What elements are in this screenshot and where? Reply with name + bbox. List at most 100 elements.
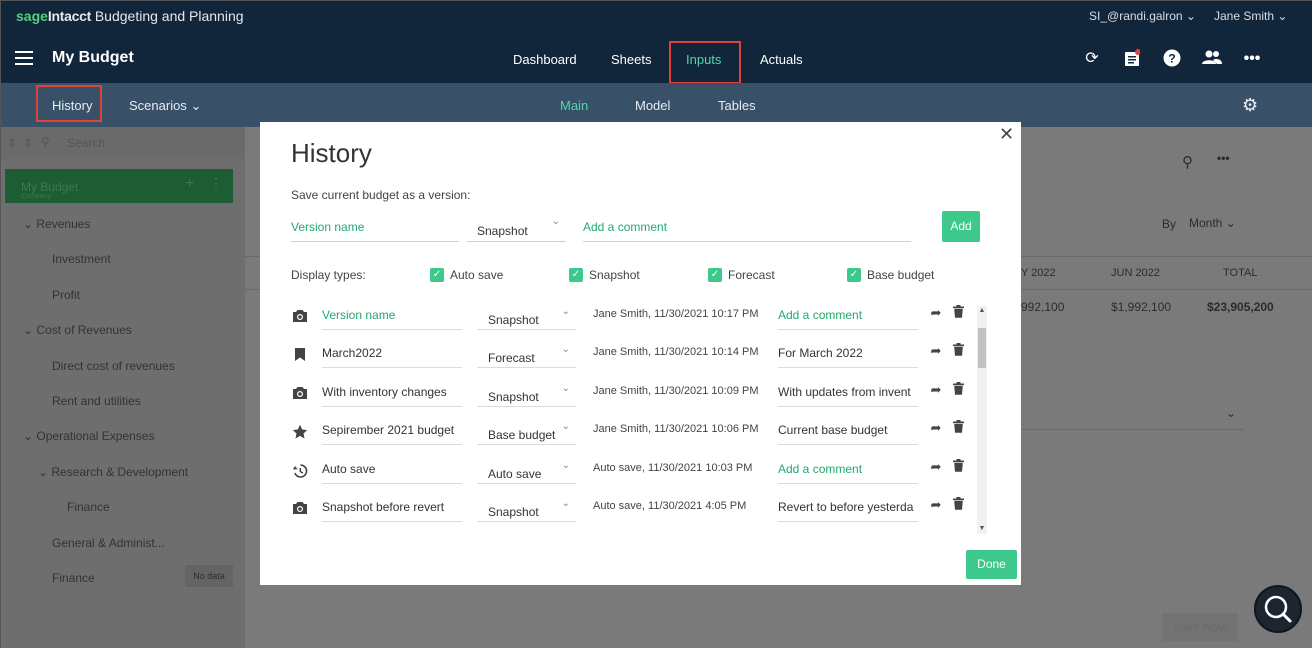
- help-icon[interactable]: ?: [1162, 49, 1182, 69]
- scenarios-dropdown[interactable]: Scenarios ⌄: [129, 98, 201, 114]
- add-button[interactable]: Add: [942, 211, 980, 242]
- save-version-label: Save current budget as a version:: [291, 188, 471, 202]
- chevron-down-icon: ⌄: [1277, 9, 1288, 23]
- no-data-badge: No data: [185, 565, 233, 587]
- version-type-select[interactable]: Snapshot ⌄: [477, 383, 576, 407]
- version-comment-field[interactable]: Add a comment: [778, 306, 918, 330]
- column-header-may: Y 2022: [1021, 267, 1056, 279]
- share-icon[interactable]: ➦: [928, 305, 944, 321]
- share-icon[interactable]: ➦: [928, 420, 944, 436]
- share-icon[interactable]: ➦: [928, 497, 944, 513]
- trash-icon[interactable]: [950, 497, 966, 513]
- checkbox-base-budget[interactable]: ✓: [847, 268, 861, 282]
- tree-item-my-budget[interactable]: My Budget Company + ⋮: [5, 169, 233, 203]
- location-pin-icon[interactable]: ⚲: [1182, 153, 1193, 171]
- save-now-button[interactable]: Save Now: [1162, 613, 1238, 641]
- tree-item[interactable]: ⌄ Cost of Revenues: [23, 323, 132, 337]
- history-scrollbar[interactable]: ▲ ▼: [977, 306, 987, 534]
- settings-gear-icon[interactable]: ⚙: [1242, 95, 1258, 116]
- hamburger-menu-icon[interactable]: [15, 51, 33, 65]
- tree-item[interactable]: Direct cost of revenues: [52, 359, 175, 373]
- version-comment-field[interactable]: Revert to before yesterda: [778, 498, 918, 522]
- scroll-up-icon[interactable]: ▲: [977, 306, 987, 316]
- checkbox-label: Snapshot: [589, 268, 640, 282]
- tab-main[interactable]: Main: [560, 98, 588, 113]
- checkbox-forecast[interactable]: ✓: [708, 268, 722, 282]
- add-icon[interactable]: +: [185, 175, 194, 193]
- tree-item[interactable]: ⌄ Operational Expenses: [23, 429, 154, 443]
- clipboard-notification-icon[interactable]: [1122, 49, 1142, 69]
- scroll-thumb[interactable]: [978, 328, 986, 368]
- account-menu[interactable]: SI_@randi.galron ⌄: [1089, 9, 1196, 23]
- tree-item[interactable]: General & Administ...: [52, 536, 165, 550]
- search-fab[interactable]: [1254, 585, 1302, 633]
- share-icon[interactable]: ➦: [928, 343, 944, 359]
- checkbox-auto-save[interactable]: ✓: [430, 268, 444, 282]
- version-comment-field[interactable]: With updates from invent: [778, 383, 918, 407]
- share-icon[interactable]: ➦: [928, 382, 944, 398]
- version-name-field[interactable]: Sepirember 2021 budget: [322, 421, 462, 445]
- tab-model[interactable]: Model: [635, 98, 670, 113]
- trash-icon[interactable]: [950, 459, 966, 475]
- version-comment-field[interactable]: For March 2022: [778, 344, 918, 368]
- tree-item[interactable]: Investment: [52, 252, 111, 266]
- version-saved-by: Jane Smith, 11/30/2021 10:09 PM: [593, 385, 759, 397]
- sync-icon[interactable]: ⟳: [1082, 49, 1102, 69]
- checkbox-label: Base budget: [867, 268, 935, 282]
- users-icon[interactable]: [1202, 49, 1222, 69]
- tree-item[interactable]: Rent and utilities: [52, 394, 141, 408]
- nav-actuals[interactable]: Actuals: [760, 52, 803, 67]
- more-icon[interactable]: •••: [1242, 49, 1262, 69]
- version-name-field[interactable]: With inventory changes: [322, 383, 462, 407]
- trash-icon[interactable]: [950, 343, 966, 359]
- share-icon[interactable]: ➦: [928, 459, 944, 475]
- trash-icon[interactable]: [950, 382, 966, 398]
- version-type-select[interactable]: Auto save ⌄: [477, 460, 576, 484]
- version-comment-field[interactable]: Add a comment: [778, 460, 918, 484]
- tree-item[interactable]: ⌄ Revenues: [23, 217, 90, 231]
- my-budget-label: My Budget: [21, 180, 79, 194]
- scroll-down-icon[interactable]: ▼: [977, 524, 987, 534]
- chevron-down-icon: ⌄: [551, 216, 560, 227]
- cell-may: 992,100: [1021, 300, 1065, 314]
- tab-tables[interactable]: Tables: [718, 98, 756, 113]
- version-name-field[interactable]: Snapshot before revert: [322, 498, 462, 522]
- more-icon[interactable]: •••: [1217, 151, 1230, 165]
- user-menu[interactable]: Jane Smith ⌄: [1214, 9, 1287, 23]
- comment-input[interactable]: Add a comment: [583, 214, 911, 242]
- close-icon[interactable]: ✕: [999, 124, 1014, 145]
- brand-intacct: Intacct: [47, 8, 91, 24]
- period-dropdown[interactable]: Month ⌄: [1189, 216, 1236, 230]
- tree-item[interactable]: ⌄ Research & Development: [38, 465, 188, 479]
- version-saved-by: Jane Smith, 11/30/2021 10:17 PM: [593, 308, 759, 320]
- version-name-field[interactable]: Auto save: [322, 460, 462, 484]
- tree-item[interactable]: Finance: [52, 571, 95, 585]
- chevron-down-icon: ⌄: [561, 460, 570, 471]
- expand-collapse-icon[interactable]: ⇕: [23, 136, 33, 150]
- period-value: Month: [1189, 216, 1223, 230]
- cell-jun: $1,992,100: [1111, 300, 1172, 314]
- checkbox-label: Auto save: [450, 268, 504, 282]
- version-type-select[interactable]: Base budget ⌄: [477, 421, 576, 445]
- version-type-select[interactable]: Snapshot ⌄: [467, 214, 566, 242]
- tree-item[interactable]: Profit: [52, 288, 80, 302]
- done-button[interactable]: Done: [966, 550, 1017, 579]
- trash-icon[interactable]: [950, 420, 966, 436]
- version-name-field[interactable]: Version name: [322, 306, 462, 330]
- version-name-field[interactable]: March2022: [322, 344, 462, 368]
- trash-icon[interactable]: [950, 305, 966, 321]
- version-type-select[interactable]: Forecast ⌄: [477, 344, 576, 368]
- version-comment-field[interactable]: Current base budget: [778, 421, 918, 445]
- checkbox-snapshot[interactable]: ✓: [569, 268, 583, 282]
- nav-sheets[interactable]: Sheets: [611, 52, 651, 67]
- tree-item[interactable]: Finance: [67, 500, 110, 514]
- tree-search-input[interactable]: Search: [67, 136, 105, 150]
- expand-collapse-icon[interactable]: ⇕: [7, 136, 17, 150]
- kebab-menu-icon[interactable]: ⋮: [209, 175, 223, 192]
- version-type-select[interactable]: Snapshot ⌄: [477, 306, 576, 330]
- chevron-down-icon: ⌄: [561, 306, 570, 317]
- version-name-input[interactable]: Version name: [291, 214, 459, 242]
- version-type-select[interactable]: Snapshot ⌄: [477, 498, 576, 522]
- nav-dashboard[interactable]: Dashboard: [513, 52, 577, 67]
- chevron-down-icon[interactable]: ⌄: [1226, 406, 1236, 420]
